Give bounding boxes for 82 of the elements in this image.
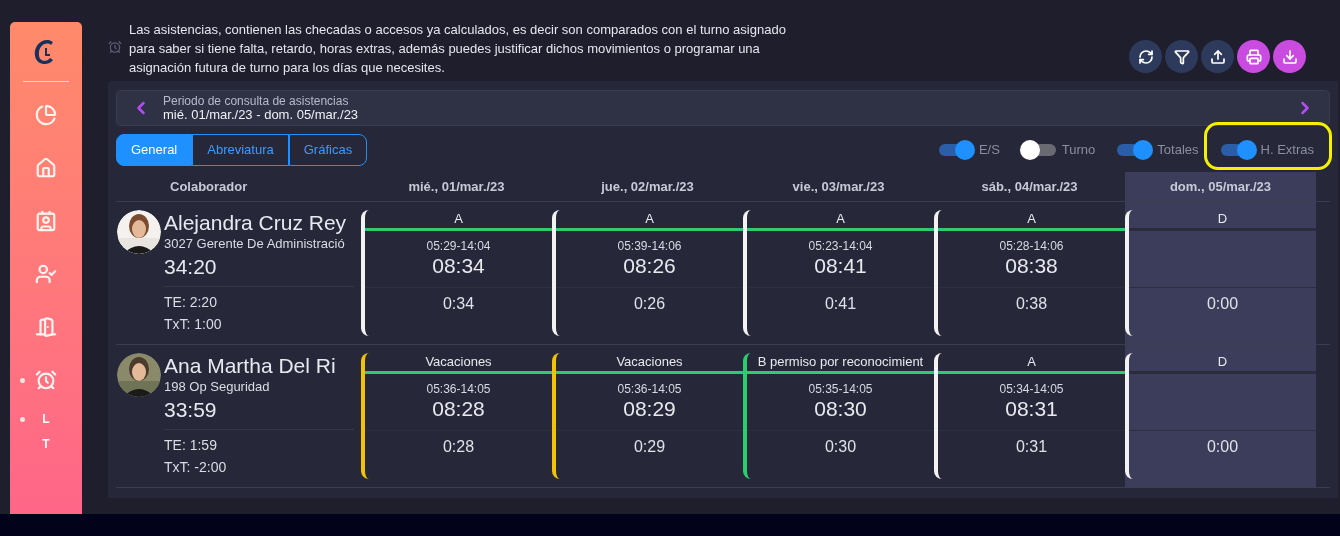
check-times: 05:36-14:05 bbox=[617, 382, 682, 396]
total-hours: 33:59 bbox=[164, 397, 218, 423]
period-range: mié. 01/mar./23 - dom. 05/mar./23 bbox=[163, 108, 359, 121]
extra-hours: 0:26 bbox=[633, 294, 666, 314]
day-cell[interactable]: Vacaciones 05:36-14:05 08:28 0:28 bbox=[361, 353, 552, 479]
toggle-label: E/S bbox=[978, 141, 1000, 160]
toolbar-button[interactable] bbox=[1237, 40, 1270, 73]
total-hours: 34:20 bbox=[164, 254, 218, 280]
worked-hours: 08:30 bbox=[814, 396, 867, 422]
toolbar-button[interactable] bbox=[1201, 40, 1234, 73]
extra-hours: 0:30 bbox=[824, 437, 857, 457]
employee-position: 198 Op Seguridad bbox=[164, 379, 271, 395]
worked-hours: 08:28 bbox=[432, 396, 485, 422]
upload-icon bbox=[1209, 48, 1226, 65]
alarm-clock-icon bbox=[108, 40, 122, 54]
day-cell[interactable]: A 05:28-14:06 08:38 0:38 bbox=[934, 210, 1125, 336]
check-times: 05:35-14:05 bbox=[808, 382, 873, 396]
column-header: dom., 05/mar./23 bbox=[1125, 172, 1316, 201]
shift-label: A bbox=[1026, 210, 1037, 228]
time-for-time: TxT: -2:00 bbox=[164, 458, 228, 477]
shift-label: B permiso por reconocimient bbox=[756, 353, 925, 371]
description-text: Las asistencias, contienen las checadas o accesos ya calculados, es decir son comparados con el turno asignado para saber si tiene falta, retardo, horas extras, además puedes justificar dichos movimientos o programar una asignación futura de turno para los días que necesites. bbox=[129, 21, 787, 77]
column-header: jue., 02/mar./23 bbox=[600, 177, 695, 196]
shift-label: A bbox=[644, 210, 655, 228]
extra-hours: 0:00 bbox=[1206, 294, 1239, 314]
extra-hours: 0:41 bbox=[824, 294, 857, 314]
worked-hours: 08:41 bbox=[814, 253, 867, 279]
day-cell[interactable]: A 05:34-14:05 08:31 0:31 bbox=[934, 353, 1125, 479]
check-times: 05:39-14:06 bbox=[617, 239, 682, 253]
period-title: Periodo de consulta de asistencias bbox=[163, 95, 350, 108]
toggle-label: Totales bbox=[1157, 141, 1199, 160]
extra-hours: 0:34 bbox=[442, 294, 475, 314]
alarm-clock-icon[interactable] bbox=[35, 369, 57, 391]
employee-name: Alejandra Cruz Rey bbox=[164, 210, 348, 236]
toolbar-button[interactable] bbox=[1273, 40, 1306, 73]
day-cell[interactable]: A 05:29-14:04 08:34 0:34 bbox=[361, 210, 552, 336]
day-cell[interactable]: Vacaciones 05:36-14:05 08:29 0:29 bbox=[552, 353, 743, 479]
extra-hours: 0:31 bbox=[1015, 437, 1048, 457]
column-header: mié., 01/mar./23 bbox=[407, 177, 506, 196]
worked-hours: 08:29 bbox=[623, 396, 676, 422]
day-cell[interactable]: B permiso por reconocimient 05:35-14:05 08:30 0:30 bbox=[743, 353, 934, 479]
column-header: sáb., 04/mar./23 bbox=[980, 177, 1079, 196]
time-for-time: TxT: 1:00 bbox=[164, 315, 223, 334]
employee-position: 3027 Gerente De Administració bbox=[164, 236, 346, 252]
toolbar-button[interactable] bbox=[1129, 40, 1162, 73]
check-times: 05:29-14:04 bbox=[426, 239, 491, 253]
shift-label: D bbox=[1216, 353, 1229, 371]
filter-icon bbox=[1173, 48, 1190, 65]
employee-name: Ana Martha Del Ri bbox=[164, 353, 337, 379]
extra-time-total: TE: 1:59 bbox=[164, 436, 218, 455]
shift-label: D bbox=[1216, 210, 1229, 228]
column-header: Colaborador bbox=[170, 177, 248, 196]
check-times: 05:23-14:04 bbox=[808, 239, 873, 253]
column-header: vie., 03/mar./23 bbox=[791, 177, 886, 196]
toggle-label: Turno bbox=[1061, 141, 1096, 160]
shift-label: A bbox=[1026, 353, 1037, 371]
view-tab[interactable]: Gráficas bbox=[288, 134, 368, 166]
view-tab[interactable]: Abreviatura bbox=[192, 134, 289, 166]
user-check-icon[interactable] bbox=[35, 263, 57, 285]
toggle-label: H. Extras bbox=[1260, 141, 1314, 160]
shift-label: Vacaciones bbox=[424, 353, 493, 371]
worked-hours: 08:26 bbox=[623, 253, 676, 279]
printer-icon bbox=[1245, 48, 1262, 65]
shift-label: Vacaciones bbox=[615, 353, 684, 371]
refresh-icon bbox=[1137, 48, 1154, 65]
extra-hours: 0:00 bbox=[1206, 437, 1239, 457]
day-cell[interactable]: A 05:39-14:06 08:26 0:26 bbox=[552, 210, 743, 336]
worked-hours: 08:34 bbox=[432, 253, 485, 279]
shift-label: A bbox=[835, 210, 846, 228]
day-cell[interactable]: A 05:23-14:04 08:41 0:41 bbox=[743, 210, 934, 336]
toolbar-button[interactable] bbox=[1165, 40, 1198, 73]
worked-hours: 08:31 bbox=[1005, 396, 1058, 422]
extra-hours: 0:29 bbox=[633, 437, 666, 457]
check-times: 05:36-14:05 bbox=[426, 382, 491, 396]
download-icon bbox=[1281, 48, 1298, 65]
extra-hours: 0:28 bbox=[442, 437, 475, 457]
worked-hours: 08:38 bbox=[1005, 253, 1058, 279]
extra-time-total: TE: 2:20 bbox=[164, 293, 218, 312]
shift-label: A bbox=[453, 210, 464, 228]
extra-hours: 0:38 bbox=[1015, 294, 1048, 314]
check-times: 05:28-14:06 bbox=[999, 239, 1064, 253]
check-times: 05:34-14:05 bbox=[999, 382, 1064, 396]
